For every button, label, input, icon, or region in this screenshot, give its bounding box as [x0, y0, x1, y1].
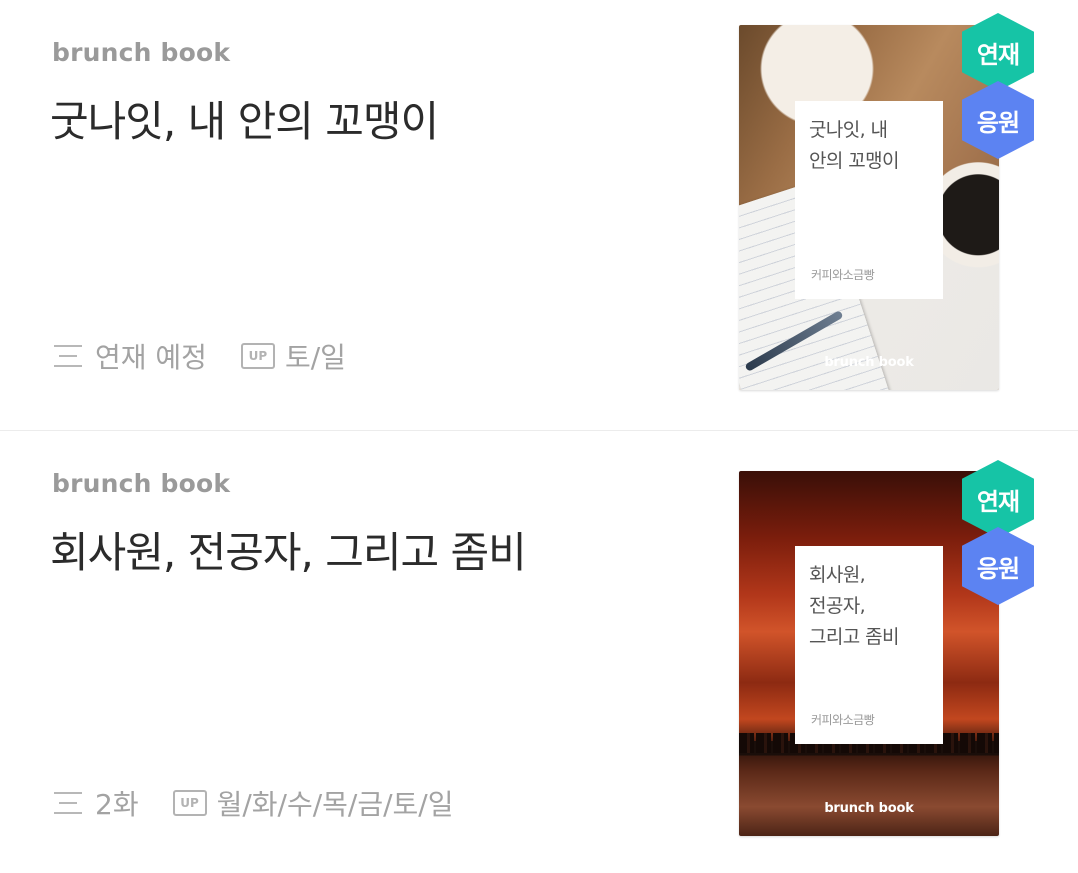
update-schedule: 월/화/수/목/금/토/일 [216, 788, 454, 821]
cover-title-line: 그리고 좀비 [809, 626, 899, 648]
book-list-item[interactable]: brunch book 회사원, 전공자, 그리고 좀비 2화 UP 월/화/수… [0, 430, 1078, 873]
book-title[interactable]: 굿나잇, 내 안의 꼬맹이 [50, 88, 439, 149]
cover-title-card: 굿나잇, 내 안의 꼬맹이 커피와소금빵 [795, 101, 943, 299]
update-schedule: 토/일 [284, 341, 346, 374]
cover-title-line: 안의 꼬맹이 [809, 150, 899, 172]
cover-brand: brunch book [824, 801, 914, 816]
list-icon [54, 345, 82, 367]
book-list-item[interactable]: brunch book 굿나잇, 내 안의 꼬맹이 연재 예정 UP 토/일 굿… [0, 0, 1078, 430]
cover-title-card: 회사원, 전공자, 그리고 좀비 커피와소금빵 [795, 546, 943, 744]
book-meta: 연재 예정 UP 토/일 [53, 338, 346, 374]
book-status: 연재 예정 [95, 341, 207, 374]
book-cover[interactable]: 회사원, 전공자, 그리고 좀비 커피와소금빵 brunch book [739, 471, 999, 836]
cover-title-line: 회사원, [809, 564, 866, 586]
up-icon: UP [240, 343, 275, 369]
cover-author: 커피와소금빵 [811, 713, 875, 727]
book-status: 2화 [95, 788, 139, 821]
brunch-book-label: brunch book [52, 38, 231, 67]
cover-title-line: 전공자, [809, 595, 866, 617]
up-icon: UP [172, 790, 207, 816]
brunch-book-label: brunch book [52, 469, 231, 498]
cover-title: 회사원, 전공자, 그리고 좀비 [809, 560, 933, 653]
cover-brand: brunch book [824, 355, 914, 370]
book-cover[interactable]: 굿나잇, 내 안의 꼬맹이 커피와소금빵 brunch book [739, 25, 999, 390]
book-title[interactable]: 회사원, 전공자, 그리고 좀비 [50, 519, 527, 580]
cover-title-line: 굿나잇, 내 [809, 119, 888, 141]
cover-title: 굿나잇, 내 안의 꼬맹이 [809, 115, 933, 177]
cover-author: 커피와소금빵 [811, 268, 875, 282]
book-meta: 2화 UP 월/화/수/목/금/토/일 [53, 785, 454, 821]
list-icon [54, 792, 82, 814]
